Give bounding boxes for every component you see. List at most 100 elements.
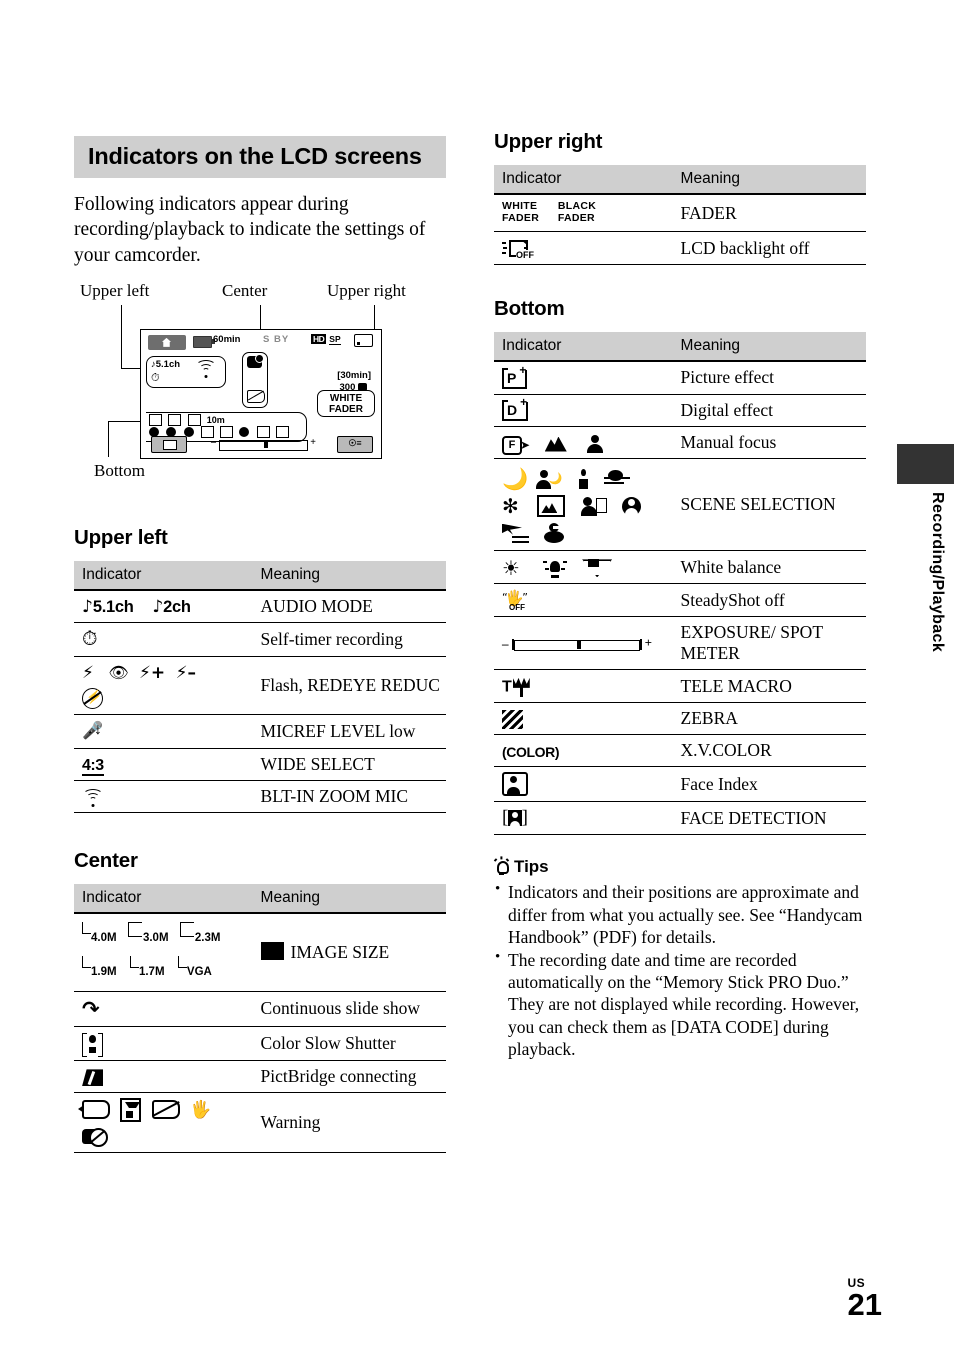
portrait-icon: [580, 496, 607, 516]
lcd-exposure-slider[interactable]: – +: [211, 437, 316, 452]
table-row: Face Index: [494, 766, 866, 802]
left-column: Indicators on the LCD screens Following …: [74, 136, 446, 1153]
flash-minus-icon: ⚡–: [175, 662, 196, 683]
tip-item: The recording date and time are recorded…: [494, 948, 866, 1060]
white-balance-outdoor-icon: ☀: [502, 556, 520, 581]
pictbridge-icon: [82, 1069, 103, 1087]
indicator-cell: ☀: [494, 550, 673, 584]
built-in-zoom-mic-icon: [195, 359, 217, 378]
scene-row-3: [502, 518, 673, 545]
right-column: Upper right Indicator Meaning WHITE FADER…: [493, 130, 866, 1061]
leader-tick-upper-left: [121, 304, 123, 319]
meaning-cell: Flash, REDEYE REDUC: [252, 655, 446, 715]
col-header-meaning: Meaning: [252, 884, 446, 914]
spotlight-icon: [622, 496, 642, 516]
fireworks-icon: ✻: [502, 494, 519, 519]
indicator-cell: [74, 1025, 253, 1061]
media-icon: [354, 333, 373, 347]
table-row: BLT-IN ZOOM MIC: [74, 780, 446, 814]
col-header-meaning: Meaning: [252, 560, 446, 590]
image-size-4-0m-icon: 4.0M: [82, 922, 117, 950]
sp-badge: SP: [329, 333, 341, 345]
lcd-playback-button[interactable]: [151, 435, 187, 453]
table-row: – + EXPOSURE/ SPOT METER: [494, 616, 866, 670]
exposure-slider-icon: – +: [502, 634, 652, 651]
tele-macro-icon: T: [502, 677, 530, 697]
table-row: ⏱ Self-timer recording: [74, 621, 446, 657]
image-size-icon: [260, 942, 284, 961]
sunrise-sunset-icon: [604, 470, 631, 488]
indicator-cell: 4:3: [74, 748, 253, 781]
leader-tick-upper-right: [374, 304, 376, 319]
backlight-icon: [149, 413, 162, 426]
col-header-indicator: Indicator: [74, 560, 253, 590]
standby-label: S BY: [263, 333, 290, 345]
meaning-cell: Warning: [252, 1091, 446, 1153]
meaning-cell: WIDE SELECT: [252, 748, 446, 781]
image-size-1-9m-icon: 1.9M: [82, 955, 117, 984]
meaning-cell: Digital effect: [672, 393, 866, 427]
indicator-cell: ♪5.1ch ♪2ch: [74, 588, 253, 623]
lcd-screen-diagram: Upper left Center Upper right Bottom 60m…: [74, 281, 446, 486]
meaning-cell: Self-timer recording: [252, 621, 446, 657]
white-fader-line2: FADER: [329, 404, 363, 416]
battery-time-label: 60min: [213, 333, 241, 345]
color-slow-shutter-indicator-icon: [247, 353, 264, 368]
image-size-2-3m-icon: 2.3M: [179, 922, 220, 950]
face-index-icon: [502, 772, 528, 797]
indicator-cell: [74, 780, 253, 814]
lcd-bottom-row-1: 10m: [149, 413, 225, 426]
table-row: [] FACE DETECTION: [494, 801, 866, 836]
remaining-time-label: [30min]: [337, 369, 371, 381]
leader-tick-center: [260, 304, 262, 331]
section-title-upper-right: Upper right: [494, 130, 603, 153]
lightbulb-icon: [493, 856, 510, 876]
col-header-meaning: Meaning: [672, 332, 866, 362]
spot-meter-icon: [168, 413, 182, 426]
image-size-1-7m-icon: 1.7M: [129, 955, 165, 984]
white-balance-one-push-icon: [582, 559, 613, 578]
meaning-cell: TELE MACRO: [672, 669, 866, 703]
diagram-labels: Upper left Center Upper right: [74, 281, 446, 303]
indicator-cell: P: [494, 360, 673, 395]
table-row: PictBridge connecting: [74, 1059, 446, 1093]
table-row: 🎤 ↓ MICREF LEVEL low: [74, 714, 446, 749]
xv-color-icon: (COLOR): [502, 744, 560, 761]
flash-plus-icon: ⚡+: [139, 662, 166, 683]
tips-heading: Tips: [493, 856, 866, 877]
meaning-cell: FACE DETECTION: [672, 801, 866, 836]
indicator-cell: 4.0M 3.0M 2.3M 1.9M 1.7M VGA: [74, 912, 253, 992]
lcd-option-button[interactable]: ☉≡: [337, 435, 373, 453]
col-header-indicator: Indicator: [494, 332, 673, 362]
indicator-cell: [74, 1059, 253, 1093]
meaning-cell: MICREF LEVEL low: [252, 714, 446, 749]
indicator-cell: OFF: [494, 231, 673, 266]
table-row: 4:3 WIDE SELECT: [74, 748, 446, 781]
picture-effect-icon: P: [502, 364, 528, 389]
meaning-cell: PictBridge connecting: [252, 1059, 446, 1093]
snow-icon: [544, 523, 566, 544]
twilight-icon: 🌙: [502, 466, 529, 491]
section-tab-block: [897, 444, 954, 484]
table-row: 4.0M 3.0M 2.3M 1.9M 1.7M VGA IMAGE SIZE: [74, 912, 446, 992]
leader-line-bottom-h: [108, 420, 144, 423]
meaning-cell: LCD backlight off: [672, 231, 866, 266]
face-detection-icon: []: [502, 807, 528, 829]
tips-list: Indicators and their positions are appro…: [494, 880, 866, 1060]
meaning-cell: Continuous slide show: [252, 990, 446, 1027]
audio-5-1ch-icon: ♪: [82, 596, 93, 617]
wide-select-4-3-icon: 4:3: [82, 757, 104, 777]
indicator-cell: – +: [494, 616, 673, 670]
table-row: ♪5.1ch ♪2ch AUDIO MODE: [74, 588, 446, 623]
beach-icon: [502, 523, 529, 543]
table-center: Indicator Meaning 4.0M 3.0M 2.3M 1.9M 1.…: [74, 884, 446, 1153]
flash-off-icon: [82, 687, 103, 710]
image-size-3-0m-icon: 3.0M: [127, 922, 169, 950]
zebra-icon: [256, 425, 270, 438]
table-row: T TELE MACRO: [494, 669, 866, 703]
white-balance-indoor-icon: [542, 558, 567, 579]
meaning-cell: White balance: [672, 550, 866, 584]
table-row: ☀ White balance: [494, 550, 866, 584]
zebra-icon: [502, 710, 523, 730]
table-row: 🖐 Warning: [74, 1091, 446, 1153]
